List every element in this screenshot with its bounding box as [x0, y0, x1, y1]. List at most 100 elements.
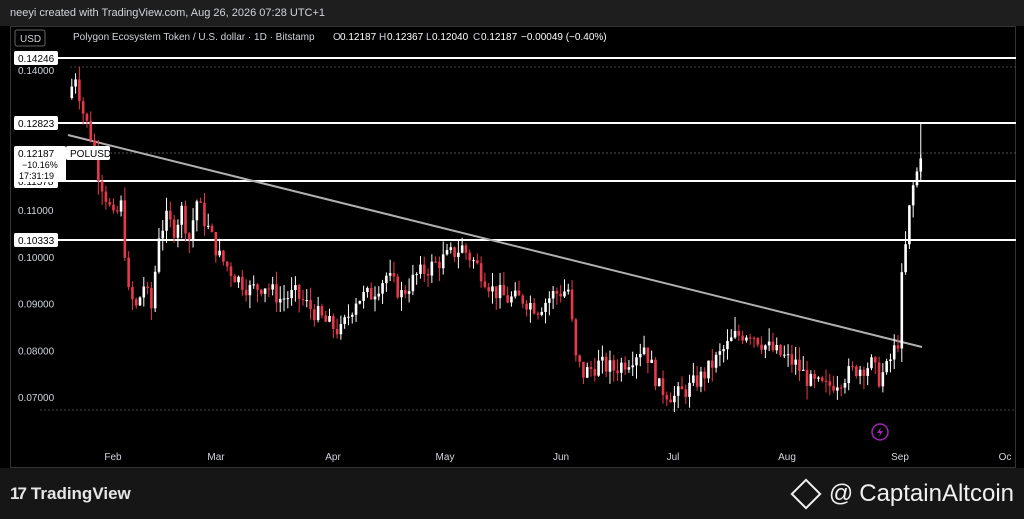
x-tick-label: Oc: [999, 452, 1012, 463]
open-value: 0.12187: [340, 32, 377, 43]
tradingview-mark-icon: 17: [10, 484, 27, 503]
x-tick-label: Mar: [207, 452, 225, 463]
candle-body: [290, 290, 293, 299]
candle-body: [601, 356, 604, 361]
candle-body: [911, 185, 915, 206]
candle-body: [525, 303, 528, 310]
candle-body: [157, 238, 161, 272]
candle-body: [828, 381, 832, 386]
candle-body: [517, 290, 521, 296]
candle-body: [460, 245, 464, 253]
candle-body: [483, 281, 487, 288]
candle-body: [104, 191, 108, 202]
candle-body: [146, 286, 149, 289]
candle-body: [153, 271, 157, 309]
price-tag-change: −10.16%: [22, 160, 58, 170]
candle-body: [532, 302, 536, 314]
candle-body: [191, 220, 195, 240]
candle-body: [559, 293, 562, 297]
candle-body: [195, 201, 199, 221]
candle-body: [313, 309, 316, 321]
candle-body: [275, 284, 278, 303]
candle-body: [809, 373, 813, 386]
candle-body: [604, 356, 608, 372]
y-tick-label: 0.07000: [18, 393, 55, 404]
candle-body: [915, 171, 919, 186]
candle-body: [184, 205, 187, 234]
candle-body: [692, 375, 695, 383]
candle-body: [165, 210, 168, 231]
candle-body: [843, 383, 847, 388]
candle-body: [305, 300, 309, 302]
candle-body: [767, 341, 771, 346]
candle-body: [119, 200, 123, 212]
high-value: 0.12367: [387, 32, 424, 43]
x-tick-label: Sep: [891, 452, 909, 463]
candle-body: [908, 205, 911, 245]
captainaltcoin-brand: CaptainAltcoin: [859, 480, 1014, 507]
candle-body: [566, 289, 570, 292]
candle-body: [70, 86, 74, 99]
candle-body: [324, 315, 328, 322]
candle-body: [661, 378, 665, 396]
candle-body: [748, 337, 752, 339]
candle-body: [422, 264, 426, 274]
candle-body: [676, 386, 680, 396]
price-chart[interactable]: 0.142460.128230.115780.10333 0.140000.12…: [0, 0, 1024, 519]
candle-body: [335, 329, 339, 335]
candle-body: [555, 291, 559, 294]
candle-body: [150, 288, 153, 309]
candle-body: [400, 290, 403, 298]
candle-body: [726, 340, 729, 350]
candle-body: [832, 385, 835, 391]
candle-body: [885, 361, 888, 373]
candle-body: [764, 345, 767, 350]
candle-body: [161, 230, 165, 239]
candle-body: [498, 284, 502, 299]
candle-body: [771, 341, 775, 351]
y-tick-label: 0.10000: [18, 253, 55, 264]
candle-body: [134, 299, 138, 306]
candle-body: [172, 219, 176, 238]
low-value: 0.12040: [432, 32, 469, 43]
currency-label: USD: [20, 34, 41, 45]
tradingview-logo[interactable]: 17 TradingView: [10, 484, 131, 504]
candle-body: [248, 285, 252, 296]
candle-body: [491, 286, 494, 292]
candle-body: [294, 285, 297, 291]
candle-body: [203, 202, 206, 226]
candle-body: [707, 360, 710, 379]
candle-body: [358, 300, 362, 304]
candle-body: [551, 291, 555, 299]
candle-body: [377, 293, 381, 297]
candle-body: [760, 344, 763, 350]
y-tick-label: 0.09000: [18, 300, 55, 311]
price-tag: 0.12187 −10.16% 17:31:19 POLUSD: [14, 146, 111, 182]
change-value: −0.00049 (−0.40%): [521, 32, 607, 43]
x-tick-label: Aug: [778, 452, 796, 463]
candle-body: [851, 366, 854, 368]
candle-body: [866, 368, 869, 376]
close-label: C: [473, 32, 480, 43]
candle-body: [225, 261, 229, 267]
candle-body: [627, 367, 631, 370]
candle-body: [646, 347, 650, 363]
candle-body: [100, 181, 104, 192]
candle-body: [286, 298, 290, 300]
price-tag-price: 0.12187: [18, 149, 55, 160]
candle-body: [339, 323, 343, 335]
candle-body: [309, 300, 312, 310]
candle-body: [756, 338, 760, 345]
candle-body: [729, 337, 733, 341]
candle-body: [320, 306, 324, 316]
y-tick-label: 0.08000: [18, 346, 55, 357]
candle-body: [654, 359, 657, 387]
candle-body: [271, 284, 274, 290]
y-tick-label: 0.14000: [18, 66, 55, 77]
candle-body: [479, 263, 483, 282]
candle-body: [620, 362, 623, 373]
candle-body: [187, 233, 191, 240]
x-tick-label: Feb: [104, 452, 122, 463]
at-icon: @: [828, 480, 854, 507]
candle-body: [494, 286, 498, 299]
